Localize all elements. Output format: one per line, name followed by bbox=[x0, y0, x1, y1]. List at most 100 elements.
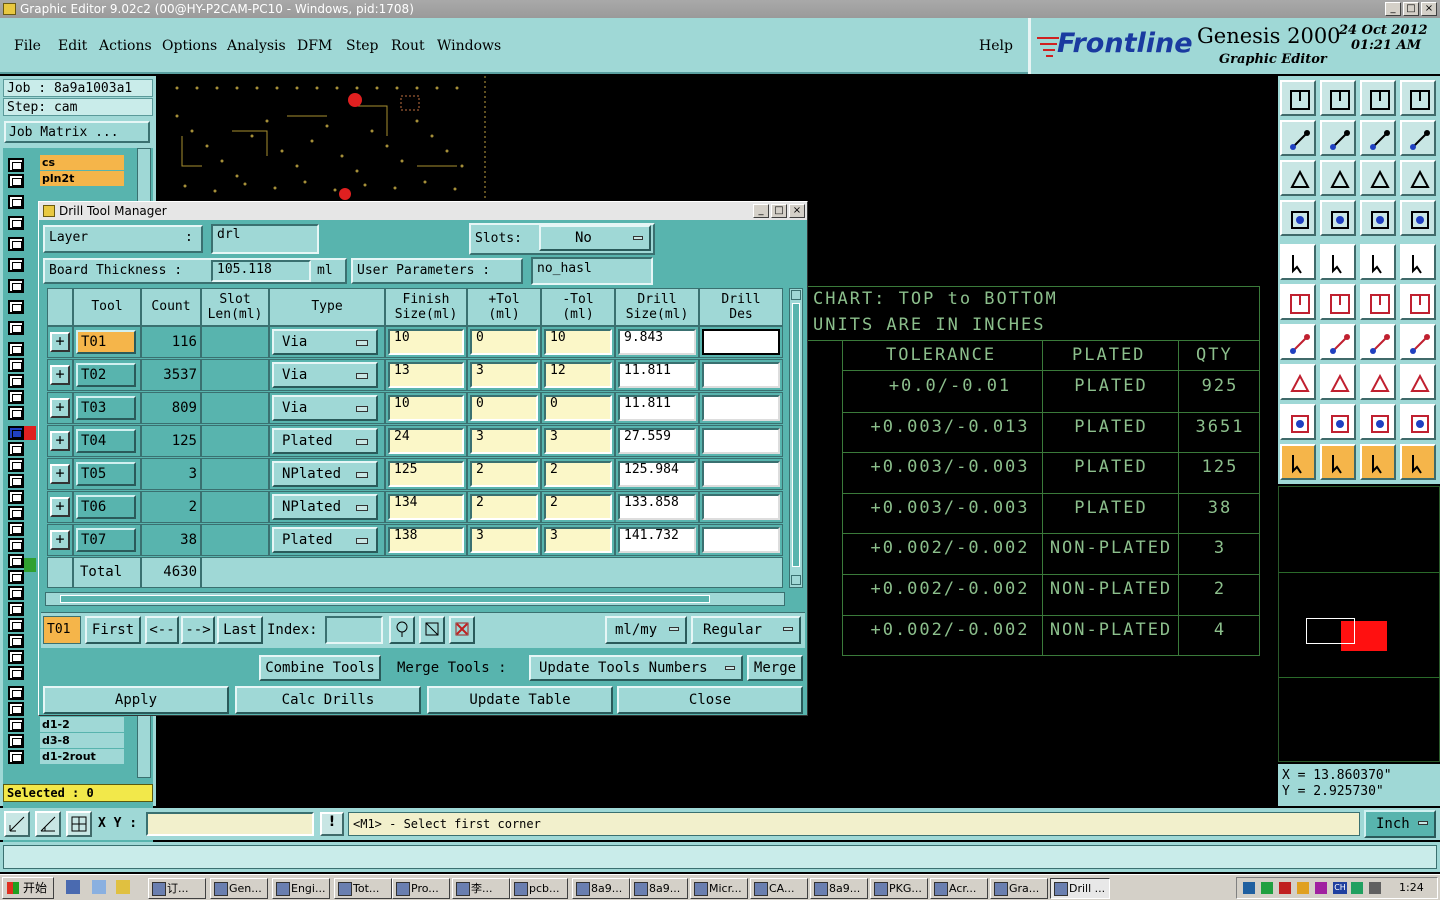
minimap-viewport[interactable] bbox=[1306, 618, 1355, 644]
draw-icon[interactable] bbox=[1320, 244, 1356, 280]
finish-size-input[interactable]: 10 bbox=[388, 329, 464, 355]
drill-size-input[interactable]: 141.732 bbox=[618, 527, 696, 553]
layer-checkbox[interactable] bbox=[8, 321, 24, 335]
update-table-button[interactable]: Update Table bbox=[427, 686, 613, 714]
angle-icon[interactable] bbox=[1280, 324, 1316, 360]
finish-size-input[interactable]: 10 bbox=[388, 395, 464, 421]
tool-button[interactable]: T02 bbox=[76, 363, 136, 387]
tool-button[interactable]: T01 bbox=[76, 330, 136, 354]
type-dropdown[interactable]: Via bbox=[272, 362, 378, 388]
drill-size-input[interactable]: 11.811 bbox=[618, 395, 696, 421]
layer-checkbox[interactable] bbox=[8, 618, 24, 632]
drill-des-input[interactable] bbox=[702, 494, 780, 520]
line-node2-icon[interactable] bbox=[1400, 284, 1436, 320]
mode-select[interactable]: Regular bbox=[691, 616, 801, 644]
layer-checkbox[interactable] bbox=[8, 602, 24, 616]
plus-tol-input[interactable]: 2 bbox=[470, 494, 538, 520]
tool-button[interactable]: T03 bbox=[76, 396, 136, 420]
close-button[interactable]: × bbox=[1421, 2, 1437, 16]
undo-icon[interactable] bbox=[1360, 120, 1396, 156]
triangle-icon[interactable] bbox=[1280, 404, 1316, 440]
tray-app2-icon[interactable] bbox=[1297, 882, 1309, 894]
layer-checkbox[interactable] bbox=[8, 718, 24, 732]
finish-size-input[interactable]: 13 bbox=[388, 362, 464, 388]
clear-icon[interactable] bbox=[449, 616, 475, 644]
minimize-button[interactable]: _ bbox=[1385, 2, 1401, 16]
drill-des-input[interactable] bbox=[702, 461, 780, 487]
thickness-field[interactable]: 105.118 bbox=[211, 260, 311, 282]
drill-des-input[interactable] bbox=[702, 362, 780, 388]
layer-field[interactable]: drl bbox=[211, 224, 319, 254]
scroll-thumb[interactable] bbox=[792, 303, 800, 567]
expand-icon[interactable]: + bbox=[50, 398, 70, 418]
pcb-canvas[interactable] bbox=[157, 76, 487, 201]
point-icon[interactable] bbox=[1400, 244, 1436, 280]
slash-icon[interactable] bbox=[1320, 324, 1356, 360]
layer-checkbox[interactable] bbox=[8, 279, 24, 293]
layer-active-icon[interactable] bbox=[1400, 200, 1436, 236]
finish-size-input[interactable]: 24 bbox=[388, 428, 464, 454]
next-button[interactable]: --> bbox=[181, 616, 215, 644]
taskbar-item[interactable]: pcb... bbox=[510, 878, 568, 899]
layer-checkbox[interactable] bbox=[8, 195, 24, 209]
taskbar-item[interactable]: PKG... bbox=[870, 878, 928, 899]
pointer-box-icon[interactable] bbox=[1360, 444, 1396, 480]
maximize-button[interactable]: □ bbox=[1403, 2, 1419, 16]
quicklaunch-app-icon[interactable] bbox=[116, 880, 130, 894]
layer-checkbox[interactable] bbox=[8, 358, 24, 372]
last-button[interactable]: Last bbox=[217, 616, 263, 644]
layer-checkbox[interactable] bbox=[8, 342, 24, 356]
pointer-sel-icon[interactable] bbox=[1320, 444, 1356, 480]
drill-des-input[interactable] bbox=[702, 527, 780, 553]
pointer-icon[interactable] bbox=[1280, 444, 1316, 480]
job-matrix-button[interactable]: Job Matrix ... bbox=[4, 121, 150, 143]
plus-tol-input[interactable]: 0 bbox=[470, 395, 538, 421]
mirror-icon[interactable] bbox=[1400, 324, 1436, 360]
help-icon[interactable] bbox=[1400, 160, 1436, 196]
tray-app5-icon[interactable] bbox=[1369, 882, 1381, 894]
first-button[interactable]: First bbox=[85, 616, 141, 644]
menu-step[interactable]: Step bbox=[346, 38, 378, 54]
drill-size-input[interactable]: 11.811 bbox=[618, 362, 696, 388]
minimap[interactable] bbox=[1278, 486, 1440, 762]
drill-size-input[interactable]: 133.858 bbox=[618, 494, 696, 520]
finish-size-input[interactable]: 134 bbox=[388, 494, 464, 520]
taskbar-item[interactable]: 订... bbox=[148, 878, 206, 899]
combine-tools-button[interactable]: Combine Tools bbox=[259, 655, 381, 681]
line-node-icon[interactable] bbox=[1360, 284, 1396, 320]
box-icon[interactable] bbox=[1360, 364, 1396, 400]
scale-icon[interactable] bbox=[1360, 160, 1396, 196]
drill-size-input[interactable]: 27.559 bbox=[618, 428, 696, 454]
minus-tol-input[interactable]: 3 bbox=[544, 428, 612, 454]
layer-checkbox[interactable] bbox=[8, 237, 24, 251]
expand-icon[interactable]: + bbox=[50, 497, 70, 517]
finish-size-input[interactable]: 138 bbox=[388, 527, 464, 553]
search-icon[interactable] bbox=[389, 616, 415, 644]
home-icon[interactable] bbox=[1360, 80, 1396, 116]
select-square-icon[interactable] bbox=[1280, 364, 1316, 400]
tool-button[interactable]: T07 bbox=[76, 528, 136, 552]
layer-checkbox[interactable] bbox=[8, 702, 24, 716]
layer-checkbox[interactable] bbox=[8, 650, 24, 664]
menu-help[interactable]: Help bbox=[979, 38, 1013, 54]
layer-item-pln2t[interactable]: pln2t bbox=[40, 171, 124, 186]
merge-button[interactable]: Merge bbox=[747, 655, 803, 681]
tool-button[interactable]: T05 bbox=[76, 462, 136, 486]
tray-language-icon[interactable]: CH bbox=[1333, 882, 1347, 894]
slots-dropdown[interactable]: No bbox=[539, 225, 651, 251]
taskbar-item[interactable]: CA... bbox=[750, 878, 808, 899]
grid-icon[interactable] bbox=[66, 811, 92, 837]
snap-icon[interactable] bbox=[4, 811, 30, 837]
measure-icon[interactable] bbox=[35, 811, 61, 837]
expand-icon[interactable]: + bbox=[50, 431, 70, 451]
tray-app3-icon[interactable] bbox=[1315, 882, 1327, 894]
dialog-close-button[interactable]: × bbox=[789, 204, 805, 218]
plus-tol-input[interactable]: 0 bbox=[470, 329, 538, 355]
taskbar-item[interactable]: Engi... bbox=[272, 878, 330, 899]
xy-input[interactable] bbox=[146, 812, 314, 836]
user-params-label[interactable]: User Parameters : bbox=[351, 258, 523, 284]
import-icon[interactable] bbox=[1320, 120, 1356, 156]
dialog-maximize-button[interactable]: □ bbox=[771, 204, 787, 218]
arc2-icon[interactable] bbox=[1360, 404, 1396, 440]
apply-button[interactable]: Apply bbox=[43, 686, 229, 714]
